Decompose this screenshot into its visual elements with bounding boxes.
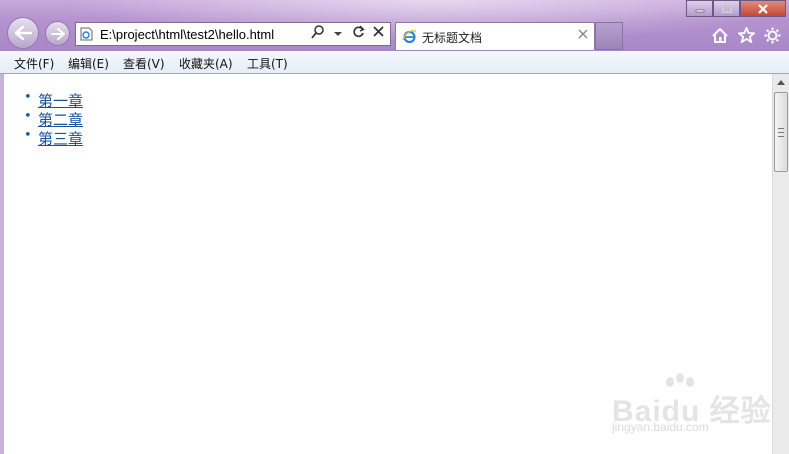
link-chapter-3[interactable]: 第三章 bbox=[38, 130, 83, 148]
link-chapter-1[interactable]: 第一章 bbox=[38, 92, 83, 110]
forward-icon bbox=[50, 27, 65, 40]
vertical-scrollbar[interactable] bbox=[772, 74, 789, 454]
list-item: • 第二章 bbox=[24, 109, 83, 129]
menu-tools[interactable]: 工具(T) bbox=[247, 55, 288, 72]
menu-view[interactable]: 查看(V) bbox=[123, 55, 165, 72]
address-tools bbox=[310, 25, 386, 43]
address-bar[interactable]: E:\project\html\test2\hello.html bbox=[75, 22, 391, 46]
watermark-sub: jingyan.baidu.com bbox=[612, 420, 709, 434]
menu-file[interactable]: 文件(F) bbox=[14, 55, 54, 72]
right-toolbar bbox=[711, 26, 781, 44]
address-text[interactable]: E:\project\html\test2\hello.html bbox=[100, 27, 274, 42]
list-item: • 第三章 bbox=[24, 128, 83, 148]
new-tab-button[interactable] bbox=[595, 22, 623, 50]
bullet: • bbox=[24, 128, 32, 143]
maximize-icon bbox=[721, 4, 732, 13]
forward-button[interactable] bbox=[45, 21, 70, 46]
menu-bar: 文件(F) 编辑(E) 查看(V) 收藏夹(A) 工具(T) bbox=[0, 51, 789, 74]
close-window-button[interactable] bbox=[740, 0, 786, 17]
link-chapter-2[interactable]: 第二章 bbox=[38, 111, 83, 129]
scroll-thumb[interactable] bbox=[774, 92, 788, 172]
baidu-watermark: Baidu 经验 jingyan.baidu.com bbox=[612, 372, 772, 438]
close-icon bbox=[758, 3, 768, 14]
refresh-icon[interactable] bbox=[350, 25, 366, 43]
bullet: • bbox=[24, 90, 32, 105]
ie-logo-icon bbox=[402, 30, 417, 44]
menu-favorites[interactable]: 收藏夹(A) bbox=[179, 55, 233, 72]
menu-edit[interactable]: 编辑(E) bbox=[68, 55, 109, 72]
scroll-up-button[interactable] bbox=[773, 74, 789, 91]
back-icon bbox=[14, 26, 32, 40]
page-icon bbox=[80, 27, 93, 41]
chevron-up-icon bbox=[777, 80, 785, 85]
settings-gear-icon[interactable] bbox=[763, 26, 781, 44]
tab-close-button[interactable] bbox=[578, 27, 588, 43]
search-icon[interactable] bbox=[310, 25, 326, 43]
close-tab-icon bbox=[578, 29, 588, 39]
list-item: • 第一章 bbox=[24, 90, 83, 110]
dropdown-icon[interactable] bbox=[330, 25, 346, 43]
window-controls bbox=[686, 0, 786, 17]
maximize-button[interactable] bbox=[713, 0, 740, 17]
stop-icon[interactable] bbox=[370, 25, 386, 43]
bullet: • bbox=[24, 109, 32, 124]
minimize-icon bbox=[695, 9, 704, 12]
tab-title: 无标题文档 bbox=[422, 31, 483, 45]
grip-icon bbox=[778, 127, 784, 137]
chapter-list: • 第一章 • 第二章 • 第三章 bbox=[24, 90, 83, 148]
back-button[interactable] bbox=[7, 17, 39, 49]
favorites-star-icon[interactable] bbox=[737, 26, 755, 44]
minimize-button[interactable] bbox=[686, 0, 713, 17]
tab-active[interactable]: 无标题文档 bbox=[395, 22, 595, 50]
home-icon[interactable] bbox=[711, 26, 729, 44]
